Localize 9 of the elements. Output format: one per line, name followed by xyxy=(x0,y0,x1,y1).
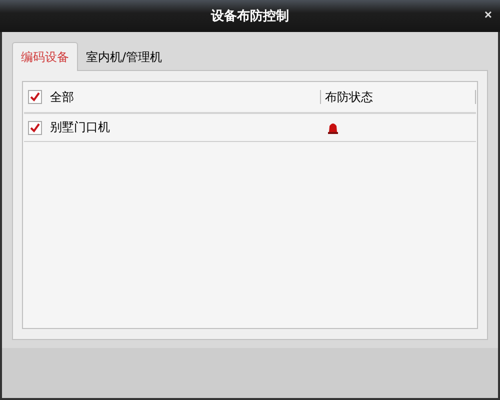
window-title: 设备布防控制 xyxy=(211,8,289,25)
device-name: 别墅门口机 xyxy=(50,119,110,136)
tab[interactable]: 编码设备 xyxy=(12,42,78,71)
checkbox[interactable] xyxy=(28,120,42,134)
checkbox[interactable] xyxy=(28,90,42,104)
column-header: 全部 xyxy=(50,88,74,106)
column-header: 布防状态 xyxy=(325,88,373,106)
close-button[interactable]: × xyxy=(482,8,494,22)
tab[interactable]: 室内机/管理机 xyxy=(78,44,170,70)
